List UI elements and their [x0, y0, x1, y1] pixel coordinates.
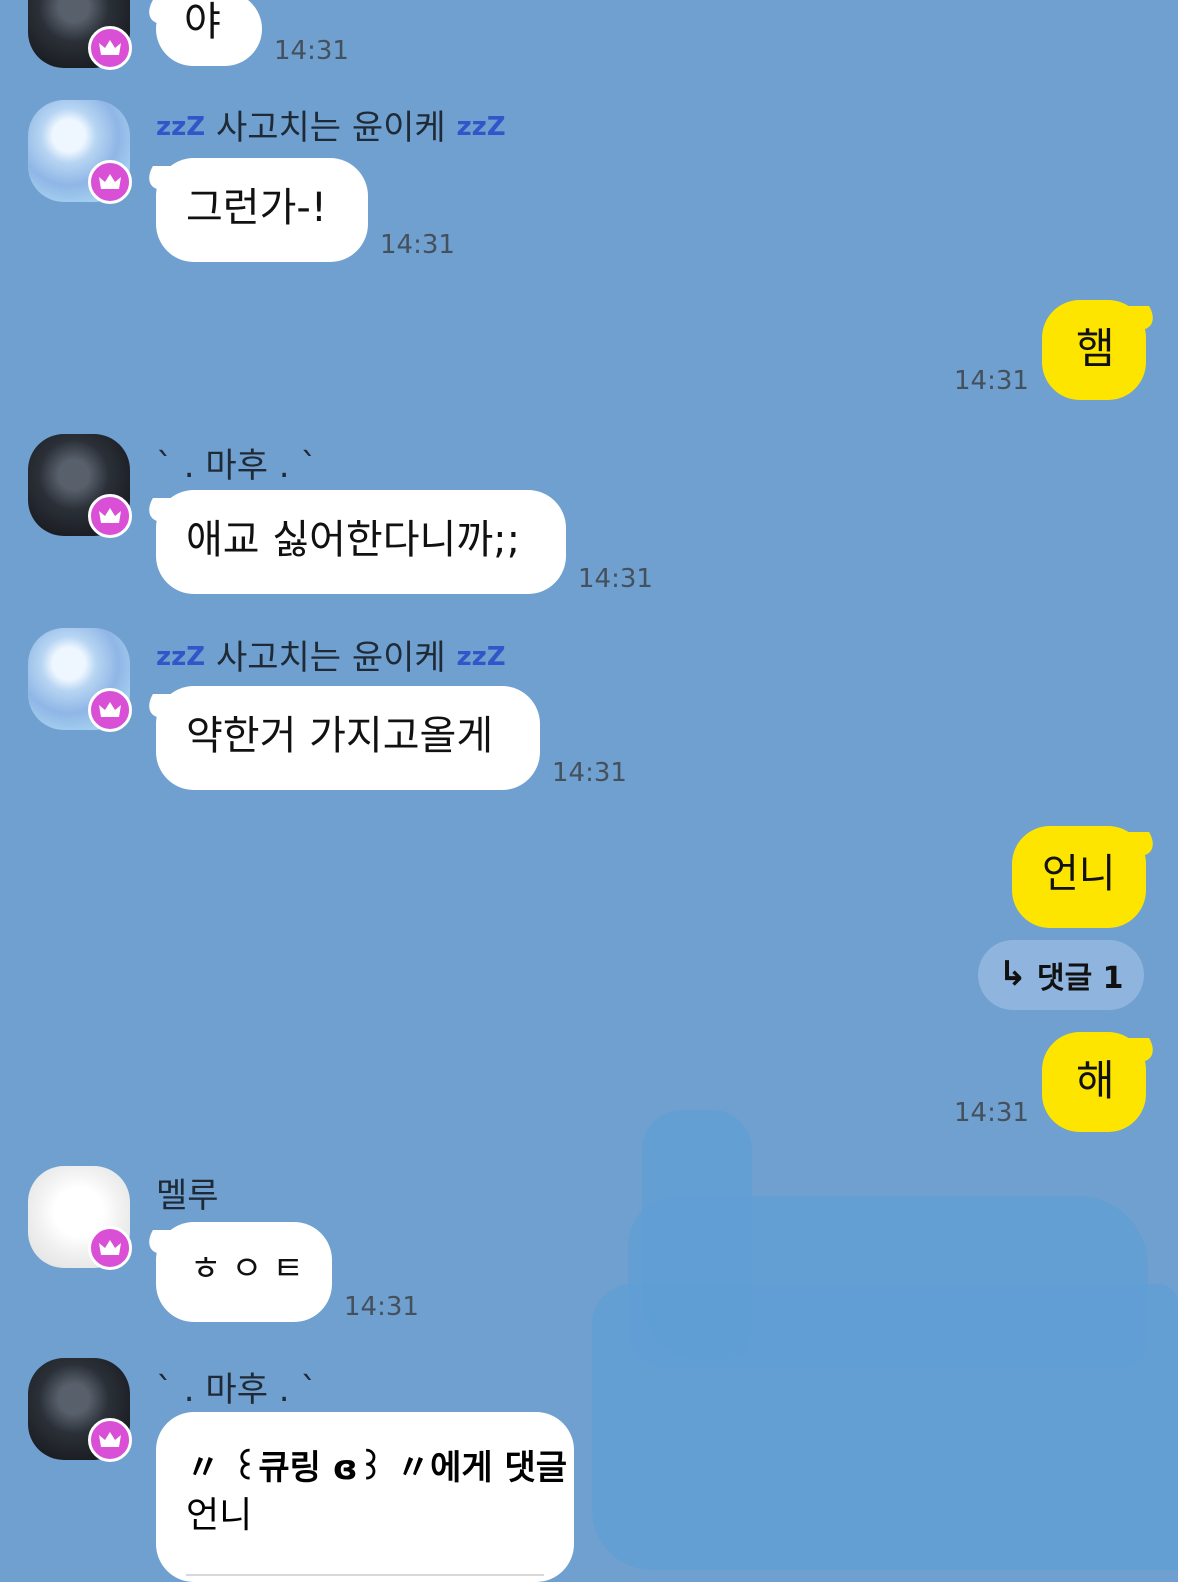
crown-icon — [88, 1226, 132, 1270]
message-bubble-outgoing-1[interactable]: 햄 — [1042, 300, 1146, 400]
crown-icon — [88, 26, 132, 70]
sender-name: ` . 마후 . ` — [156, 1370, 318, 1410]
zz-suffix: zzZ — [456, 642, 506, 672]
sender-name: 멜루 — [156, 1176, 219, 1216]
reply-message-bubble[interactable]: 〃 ꒰큐링 ɞ꒱ 〃에게 댓글 언니 — [156, 1412, 574, 1582]
message-bubble-5[interactable]: ㅎㅇㅌ — [156, 1222, 332, 1322]
message-bubble-3[interactable]: 애교 싫어한다니까;; — [156, 490, 566, 594]
reply-quote: 언니 — [186, 1495, 253, 1536]
sender-name: zzZ 사고치는 윤이케 zzZ — [156, 100, 506, 149]
sender-name: zzZ 사고치는 윤이케 zzZ — [156, 630, 506, 679]
avatar-mahu[interactable] — [28, 434, 132, 538]
message-time: 14:31 — [274, 36, 349, 66]
message-text: 그런가-! — [186, 185, 327, 231]
message-bubble-outgoing-3[interactable]: 해 — [1042, 1032, 1146, 1132]
avatar-yunike[interactable] — [28, 100, 132, 204]
message-text: 햄 — [1076, 324, 1115, 373]
reply-divider — [186, 1574, 544, 1576]
reply-header: 〃 ꒰큐링 ɞ꒱ 〃에게 댓글 — [186, 1448, 568, 1488]
message-time: 14:31 — [578, 564, 653, 594]
sender-name-text: 사고치는 윤이케 — [215, 108, 446, 148]
message-time: 14:31 — [344, 1292, 419, 1322]
zz-prefix: zzZ — [156, 642, 206, 672]
message-time: 14:31 — [552, 758, 627, 788]
message-text: 애교 싫어한다니까;; — [186, 517, 521, 563]
message-text: 해 — [1076, 1056, 1115, 1105]
message-time: 14:31 — [954, 366, 1029, 396]
message-bubble-2[interactable]: 그런가-! — [156, 158, 368, 262]
crown-icon — [88, 1418, 132, 1462]
sender-name: ` . 마후 . ` — [156, 446, 318, 486]
reply-label: 댓글 1 — [1036, 961, 1124, 996]
message-text: 언니 — [1042, 851, 1116, 897]
zz-suffix: zzZ — [456, 112, 506, 142]
crown-icon — [88, 494, 132, 538]
reply-arrow-icon: ↳ — [998, 954, 1027, 994]
sender-name-text: 사고치는 윤이케 — [215, 638, 446, 678]
avatar-mahu-2[interactable] — [28, 1358, 132, 1462]
message-text: 약한거 가지고올게 — [186, 713, 494, 759]
message-bubble-1[interactable]: 야 — [156, 0, 262, 66]
message-text: 야 — [184, 0, 221, 45]
message-text: ㅎㅇㅌ — [190, 1249, 314, 1289]
avatar-top-partial[interactable] — [28, 0, 132, 70]
zz-prefix: zzZ — [156, 112, 206, 142]
crown-icon — [88, 160, 132, 204]
message-bubble-outgoing-2[interactable]: 언니 — [1012, 826, 1146, 928]
message-time: 14:31 — [380, 230, 455, 260]
message-bubble-4[interactable]: 약한거 가지고올게 — [156, 686, 540, 790]
avatar-yunike-2[interactable] — [28, 628, 132, 732]
message-time: 14:31 — [954, 1098, 1029, 1128]
crown-icon — [88, 688, 132, 732]
reply-thread-button[interactable]: ↳ 댓글 1 — [978, 940, 1144, 1010]
avatar-melu[interactable] — [28, 1166, 132, 1270]
